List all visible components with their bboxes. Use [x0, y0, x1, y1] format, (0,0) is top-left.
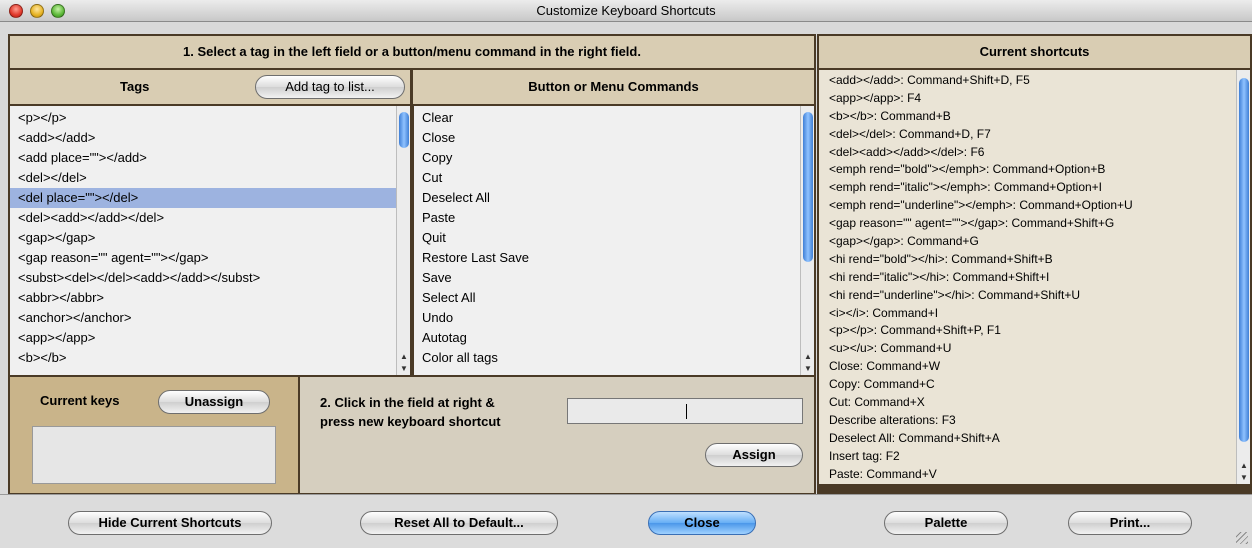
tag-list-item[interactable]: <app></app>	[10, 328, 410, 348]
shortcut-list-item[interactable]: <emph rend="bold"></emph>: Command+Optio…	[819, 161, 1250, 179]
close-button[interactable]: Close	[648, 511, 756, 535]
zoom-window-icon[interactable]	[51, 4, 65, 18]
print-button[interactable]: Print...	[1068, 511, 1192, 535]
unassign-button[interactable]: Unassign	[158, 390, 270, 414]
shortcut-list-item[interactable]: Paste: Command+V	[819, 466, 1250, 484]
shortcut-list-item[interactable]: Cut: Command+X	[819, 394, 1250, 412]
tag-list-item[interactable]: <add place=""></add>	[10, 148, 410, 168]
step2-line2: press new keyboard shortcut	[320, 414, 501, 429]
current-keys-box	[32, 426, 276, 484]
command-list-item[interactable]: Select All	[414, 288, 814, 308]
current-shortcuts-list[interactable]: <add></add>: Command+Shift+D, F5 <app></a…	[819, 70, 1250, 484]
command-list-item[interactable]: Close	[414, 128, 814, 148]
current-keys-panel: Current keys Unassign	[10, 377, 298, 493]
scroll-up-icon[interactable]: ▲	[801, 351, 814, 363]
commands-header: Button or Menu Commands	[413, 70, 814, 104]
tags-scroll-thumb[interactable]	[399, 112, 409, 148]
shortcuts-scrollbar[interactable]: ▲ ▼	[1236, 70, 1250, 484]
step2-line1: 2. Click in the field at right &	[320, 395, 495, 410]
command-list-item[interactable]: Autotag	[414, 328, 814, 348]
commands-list[interactable]: Clear Close Copy Cut Deselect All Paste Quit Re…	[414, 106, 814, 375]
scroll-down-icon[interactable]: ▼	[397, 363, 410, 375]
shortcut-list-item[interactable]: Deselect All: Command+Shift+A	[819, 430, 1250, 448]
text-caret	[686, 404, 687, 419]
tag-list-item[interactable]: <b></b>	[10, 348, 410, 368]
scroll-up-icon[interactable]: ▲	[1237, 460, 1250, 472]
command-list-item[interactable]: Save	[414, 268, 814, 288]
shortcut-list-item[interactable]: <u></u>: Command+U	[819, 340, 1250, 358]
minimize-window-icon[interactable]	[30, 4, 44, 18]
palette-button[interactable]: Palette	[884, 511, 1008, 535]
commands-scroll-thumb[interactable]	[803, 112, 813, 262]
current-keys-label: Current keys	[40, 393, 120, 408]
add-tag-button[interactable]: Add tag to list...	[255, 75, 405, 99]
command-list-item[interactable]: Color all tags	[414, 348, 814, 368]
shortcut-list-item[interactable]: <add></add>: Command+Shift+D, F5	[819, 72, 1250, 90]
command-list-item[interactable]: Deselect All	[414, 188, 814, 208]
command-list-item[interactable]: Undo	[414, 308, 814, 328]
tag-list-item[interactable]: <del></del>	[10, 168, 410, 188]
shortcut-list-item[interactable]: <hi rend="bold"></hi>: Command+Shift+B	[819, 251, 1250, 269]
tag-list-item[interactable]: <anchor></anchor>	[10, 308, 410, 328]
tags-header: Tags Add tag to list...	[10, 70, 410, 104]
step2-instruction: 2. Click in the field at right & press n…	[320, 393, 501, 431]
shortcut-list-item[interactable]: Copy: Command+C	[819, 376, 1250, 394]
shortcut-list-item[interactable]: Insert tag: F2	[819, 448, 1250, 466]
scroll-up-icon[interactable]: ▲	[397, 351, 410, 363]
scroll-down-icon[interactable]: ▼	[801, 363, 814, 375]
tag-list-item[interactable]: <subst><del></del><add></add></subst>	[10, 268, 410, 288]
shortcut-list-item[interactable]: <app></app>: F4	[819, 90, 1250, 108]
command-list-item[interactable]: Restore Last Save	[414, 248, 814, 268]
shortcut-list-item[interactable]: <b></b>: Command+B	[819, 108, 1250, 126]
shortcuts-scroll-thumb[interactable]	[1239, 78, 1249, 442]
shortcut-list-item[interactable]: <del><add></add></del>: F6	[819, 144, 1250, 162]
tag-list-item[interactable]: <abbr></abbr>	[10, 288, 410, 308]
assign-button[interactable]: Assign	[705, 443, 803, 467]
tags-scrollbar[interactable]: ▲ ▼	[396, 106, 410, 375]
command-list-item[interactable]: Cut	[414, 168, 814, 188]
shortcut-list-item[interactable]: <gap reason="" agent=""></gap>: Command+…	[819, 215, 1250, 233]
tag-list-item[interactable]: <del><add></add></del>	[10, 208, 410, 228]
command-list-item[interactable]: Clear	[414, 108, 814, 128]
command-list-item[interactable]: Paste	[414, 208, 814, 228]
shortcut-list-item[interactable]: Describe alterations: F3	[819, 412, 1250, 430]
hide-shortcuts-button[interactable]: Hide Current Shortcuts	[68, 511, 272, 535]
tags-list[interactable]: <p></p> <add></add> <add place=""></add> <d…	[10, 106, 410, 375]
shortcut-input[interactable]	[567, 398, 803, 424]
tag-list-item[interactable]: <gap reason="" agent=""></gap>	[10, 248, 410, 268]
shortcut-list-item[interactable]: <gap></gap>: Command+G	[819, 233, 1250, 251]
command-list-item[interactable]: Copy	[414, 148, 814, 168]
shortcut-list-item[interactable]: <emph rend="italic"></emph>: Command+Opt…	[819, 179, 1250, 197]
tag-list-item[interactable]: <gap></gap>	[10, 228, 410, 248]
window-title: Customize Keyboard Shortcuts	[536, 3, 716, 18]
close-window-icon[interactable]	[9, 4, 23, 18]
assign-panel: 2. Click in the field at right & press n…	[300, 377, 814, 493]
shortcut-list-item[interactable]: <del></del>: Command+D, F7	[819, 126, 1250, 144]
shortcut-list-item[interactable]: <hi rend="underline"></hi>: Command+Shif…	[819, 287, 1250, 305]
shortcut-list-item[interactable]: <p></p>: Command+Shift+P, F1	[819, 322, 1250, 340]
bottom-button-bar: Hide Current Shortcuts Reset All to Defa…	[0, 494, 1252, 548]
command-list-item[interactable]: Quit	[414, 228, 814, 248]
commands-scrollbar[interactable]: ▲ ▼	[800, 106, 814, 375]
tag-list-item[interactable]: <add></add>	[10, 128, 410, 148]
step1-instruction: 1. Select a tag in the left field or a b…	[10, 36, 814, 68]
scroll-down-icon[interactable]: ▼	[1237, 472, 1250, 484]
shortcut-list-item[interactable]: Close: Command+W	[819, 358, 1250, 376]
tag-list-item[interactable]: <del place=""></del>	[10, 188, 410, 208]
resize-grip-icon[interactable]	[1236, 532, 1248, 544]
tags-title: Tags	[120, 79, 150, 94]
shortcut-list-item[interactable]: <emph rend="underline"></emph>: Command+…	[819, 197, 1250, 215]
reset-default-button[interactable]: Reset All to Default...	[360, 511, 558, 535]
tag-list-item[interactable]: <p></p>	[10, 108, 410, 128]
window-titlebar: Customize Keyboard Shortcuts	[0, 0, 1252, 22]
shortcut-list-item[interactable]: <hi rend="italic"></hi>: Command+Shift+I	[819, 269, 1250, 287]
shortcut-list-item[interactable]: <i></i>: Command+I	[819, 305, 1250, 323]
current-shortcuts-title: Current shortcuts	[819, 36, 1250, 68]
